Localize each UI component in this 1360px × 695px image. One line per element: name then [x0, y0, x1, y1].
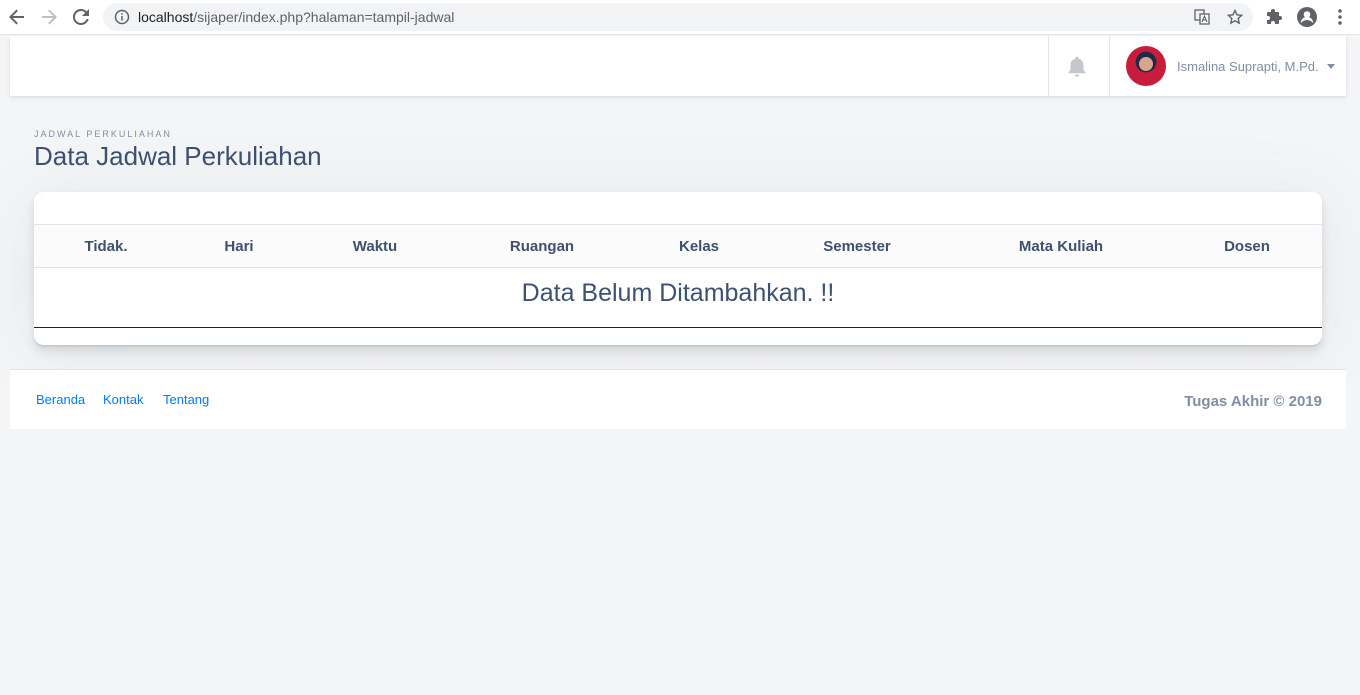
- user-name: Ismalina Suprapti, M.Pd.: [1177, 58, 1319, 74]
- footer: Beranda Kontak Tentang Tugas Akhir © 201…: [10, 369, 1346, 429]
- back-arrow-icon[interactable]: [7, 7, 27, 27]
- user-dropdown[interactable]: Ismalina Suprapti, M.Pd.: [1126, 46, 1335, 86]
- star-icon[interactable]: [1227, 9, 1243, 25]
- column-header-hari: Hari: [224, 238, 254, 255]
- browser-toolbar: localhost/sijaper/index.php?halaman=tamp…: [0, 0, 1360, 35]
- address-bar[interactable]: localhost/sijaper/index.php?halaman=tamp…: [103, 3, 1253, 31]
- footer-link-tentang[interactable]: Tentang: [163, 392, 209, 407]
- schedule-table-card: Tidak. Hari Waktu Ruangan Kelas Semester…: [34, 192, 1322, 345]
- column-header-kelas: Kelas: [678, 238, 720, 255]
- forward-arrow-icon[interactable]: [39, 7, 59, 27]
- column-header-dosen: Dosen: [1224, 238, 1270, 255]
- url-text: localhost/sijaper/index.php?halaman=tamp…: [138, 9, 454, 25]
- reload-icon[interactable]: [71, 7, 91, 27]
- column-header-mata-kuliah: Mata Kuliah: [1018, 238, 1104, 255]
- column-header-waktu: Waktu: [352, 238, 398, 255]
- puzzle-icon[interactable]: [1264, 7, 1284, 27]
- caret-down-icon: [1326, 63, 1335, 69]
- translate-icon[interactable]: [1194, 9, 1210, 25]
- footer-link-kontak[interactable]: Kontak: [103, 392, 143, 407]
- top-navbar: Ismalina Suprapti, M.Pd.: [10, 36, 1346, 96]
- bell-icon[interactable]: [1067, 56, 1087, 78]
- column-header-ruangan: Ruangan: [509, 238, 575, 255]
- info-icon[interactable]: [114, 9, 130, 25]
- navbar-divider: [1109, 36, 1110, 96]
- column-header-semester: Semester: [823, 238, 891, 255]
- table-header: Tidak. Hari Waktu Ruangan Kelas Semester…: [34, 224, 1322, 268]
- profile-icon[interactable]: [1297, 7, 1317, 27]
- navbar-divider: [1048, 36, 1049, 96]
- kebab-menu-icon[interactable]: [1330, 7, 1350, 27]
- footer-link-beranda[interactable]: Beranda: [36, 392, 85, 407]
- column-header-no: Tidak.: [84, 238, 128, 255]
- page-subtitle: JADWAL PERKULIAHAN: [34, 129, 172, 139]
- avatar: [1126, 46, 1166, 86]
- page-title: Data Jadwal Perkuliahan: [34, 141, 322, 171]
- empty-table-message: Data Belum Ditambahkan. !!: [521, 279, 835, 307]
- copyright-text: Tugas Akhir © 2019: [1184, 393, 1322, 410]
- url-path: /sijaper/index.php?halaman=tampil-jadwal: [193, 9, 455, 25]
- url-host: localhost: [138, 9, 194, 25]
- table-bottom-border: [34, 327, 1322, 328]
